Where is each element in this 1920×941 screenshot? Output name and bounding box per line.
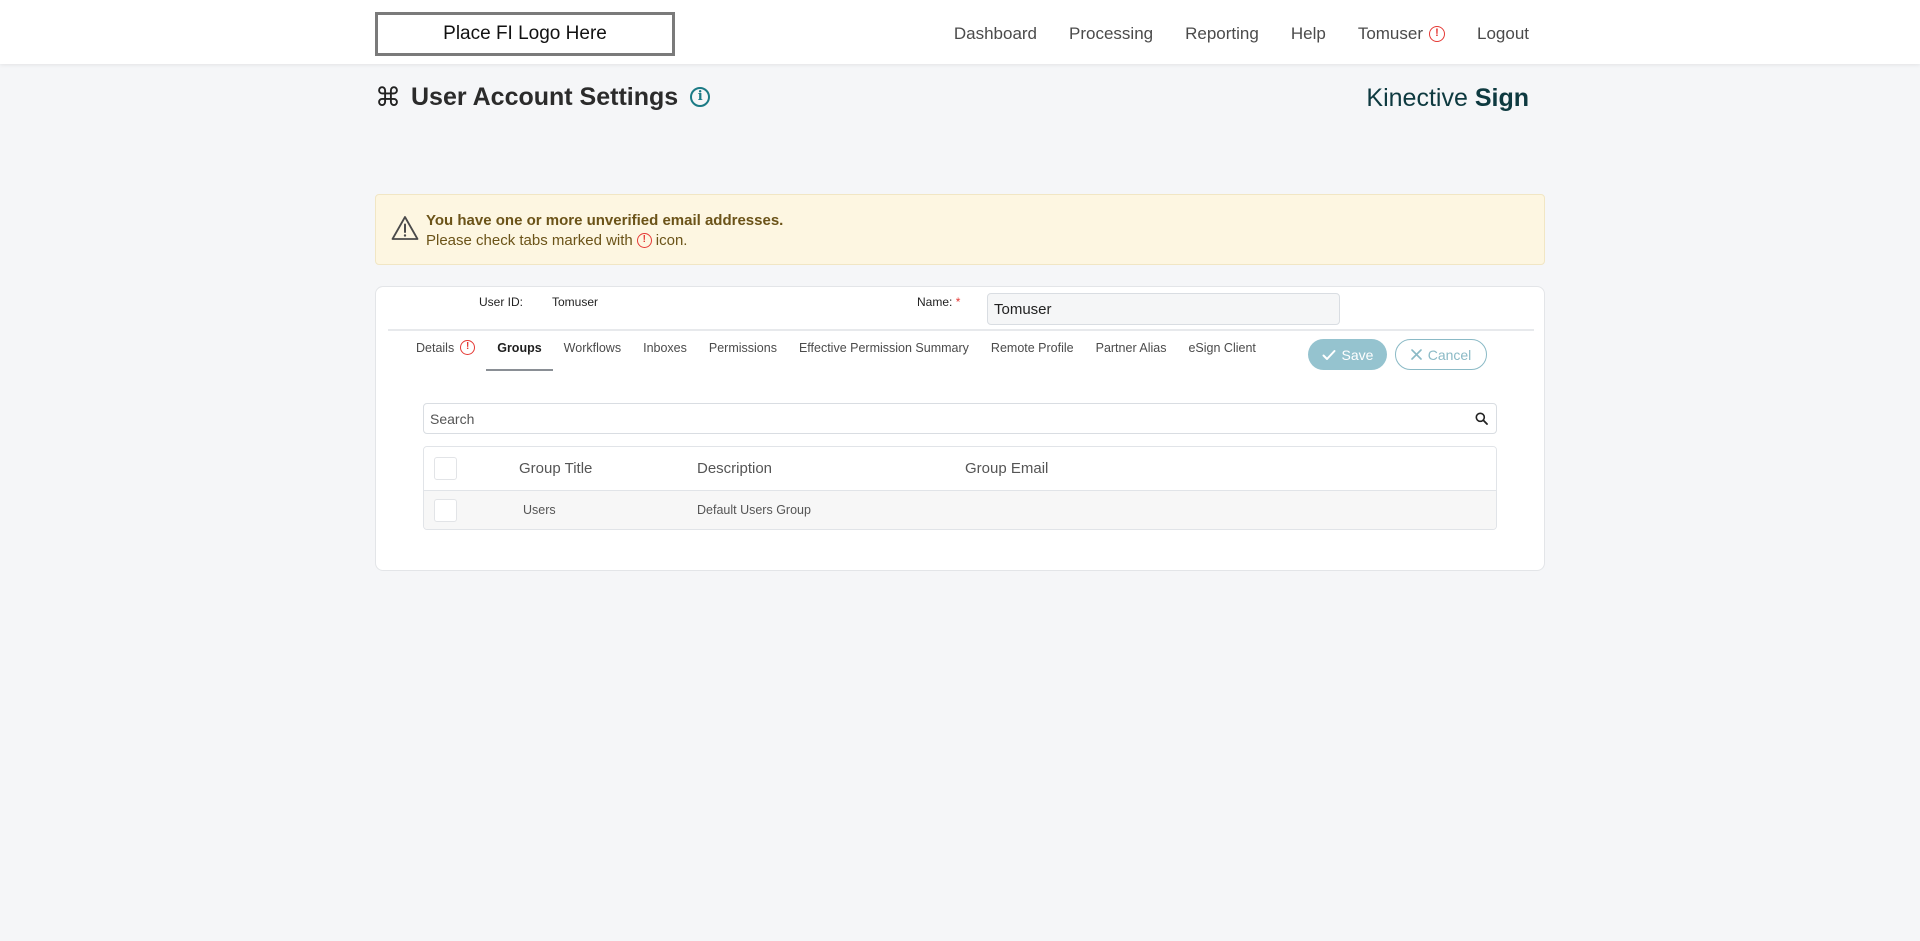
search-icon[interactable] <box>1475 412 1488 425</box>
cancel-label: Cancel <box>1427 346 1472 363</box>
cancel-button[interactable]: Cancel <box>1395 339 1487 370</box>
banner-title: You have one or more unverified email ad… <box>426 212 784 229</box>
banner-text-after: icon. <box>655 232 688 249</box>
main-nav: Dashboard Processing Reporting Help Tomu… <box>954 0 1529 68</box>
exclamation-circle-icon: ! <box>1429 26 1445 42</box>
column-header-group-title[interactable]: Group Title <box>519 460 592 477</box>
close-icon <box>1410 349 1422 360</box>
page-title: User Account Settings <box>411 82 679 111</box>
select-all-checkbox[interactable] <box>434 457 457 480</box>
required-mark: * <box>955 295 961 309</box>
nav-reporting[interactable]: Reporting <box>1185 24 1259 44</box>
brand-light-text: Kinective <box>1366 84 1468 112</box>
user-settings-card: User ID: Tomuser Name: * Details ! Group… <box>375 286 1545 571</box>
tab-details[interactable]: Details ! <box>405 338 486 371</box>
unverified-email-banner: You have one or more unverified email ad… <box>375 194 1545 265</box>
groups-table: Group Title Description Group Email User… <box>423 446 1497 530</box>
tab-inboxes[interactable]: Inboxes <box>632 338 698 371</box>
save-button[interactable]: Save <box>1308 339 1387 370</box>
divider <box>388 329 1534 331</box>
brand-bold-text: Sign <box>1474 84 1529 112</box>
tab-workflows[interactable]: Workflows <box>553 338 632 371</box>
column-header-group-email[interactable]: Group Email <box>965 460 1048 477</box>
nav-logout[interactable]: Logout <box>1477 24 1529 44</box>
page-header: ⌘ User Account Settings i <box>375 82 711 112</box>
cell-group-title: Users <box>523 503 556 517</box>
search-input[interactable] <box>430 404 1470 433</box>
fi-logo-placeholder[interactable]: Place FI Logo Here <box>375 12 675 56</box>
row-checkbox[interactable] <box>434 499 457 522</box>
tab-esign-client[interactable]: eSign Client <box>1177 338 1266 371</box>
warning-triangle-icon <box>391 216 419 240</box>
settings-tabs: Details ! Groups Workflows Inboxes Permi… <box>405 338 1267 371</box>
top-navbar: Place FI Logo Here Dashboard Processing … <box>0 0 1920 64</box>
nav-help[interactable]: Help <box>1291 24 1326 44</box>
tab-permissions[interactable]: Permissions <box>698 338 788 371</box>
nav-user-menu[interactable]: Tomuser ! <box>1358 24 1445 44</box>
tab-groups[interactable]: Groups <box>486 338 553 371</box>
tab-effective-permission-summary[interactable]: Effective Permission Summary <box>788 338 980 371</box>
nav-dashboard[interactable]: Dashboard <box>954 24 1037 44</box>
search-box <box>423 403 1497 434</box>
tab-partner-alias[interactable]: Partner Alias <box>1085 338 1178 371</box>
table-row[interactable]: Users Default Users Group <box>424 491 1496 529</box>
table-header: Group Title Description Group Email <box>424 447 1496 491</box>
tab-remote-profile[interactable]: Remote Profile <box>980 338 1085 371</box>
name-label-text: Name: <box>917 295 953 309</box>
check-icon <box>1322 349 1336 360</box>
nav-processing[interactable]: Processing <box>1069 24 1153 44</box>
column-header-description[interactable]: Description <box>697 460 772 477</box>
banner-message: Please check tabs marked with ! icon. <box>426 232 687 249</box>
nav-user-label: Tomuser <box>1357 24 1423 43</box>
brand-logo: Kinective Sign <box>1366 84 1529 113</box>
exclamation-circle-icon: ! <box>460 340 476 355</box>
name-label: Name: * <box>917 295 960 309</box>
cell-description: Default Users Group <box>697 503 811 517</box>
user-id-label: User ID: <box>479 295 524 309</box>
banner-text-before: Please check tabs marked with <box>426 232 633 249</box>
info-circle-icon[interactable]: i <box>690 87 711 107</box>
command-icon: ⌘ <box>375 82 401 112</box>
name-field[interactable] <box>987 293 1340 325</box>
tab-details-label: Details <box>416 341 455 355</box>
save-label: Save <box>1341 346 1374 363</box>
exclamation-circle-icon: ! <box>636 233 652 248</box>
user-id-value: Tomuser <box>552 295 599 309</box>
